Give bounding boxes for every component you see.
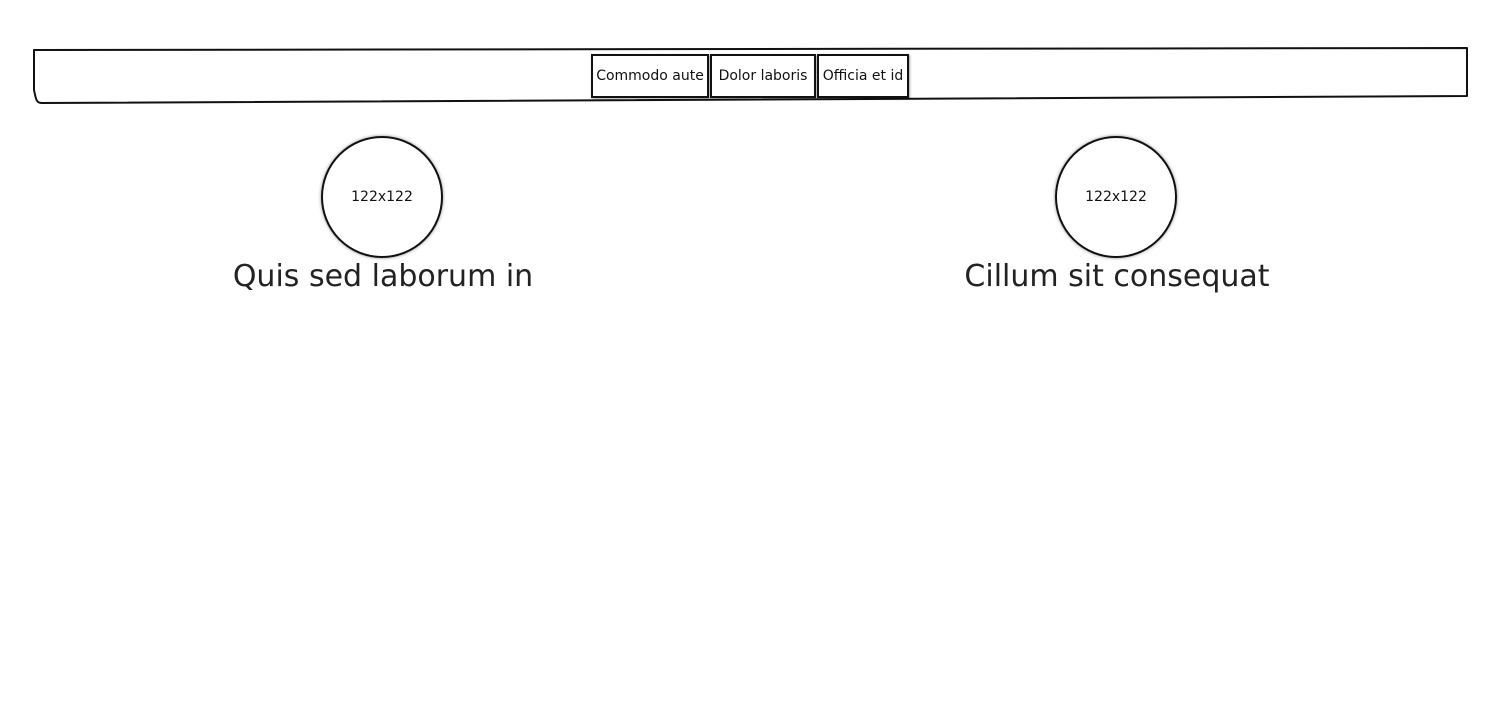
tab-commodo-aute[interactable]: Commodo aute [591, 54, 709, 98]
avatar-placeholder-image: 122x122 [1055, 136, 1177, 258]
nav-button-group: Commodo aute Dolor laboris Officia et id [591, 54, 910, 98]
page-root: Commodo aute Dolor laboris Officia et id… [0, 0, 1500, 720]
card-title-left: Quis sed laborum in [232, 259, 534, 294]
avatar-placeholder-image: 122x122 [321, 136, 443, 258]
profile-card-left: 122x122 Quis sed laborum in [173, 136, 593, 306]
profile-card-right: 122x122 Cillum sit consequat [907, 136, 1327, 306]
tab-dolor-laboris[interactable]: Dolor laboris [710, 54, 816, 98]
card-title-right: Cillum sit consequat [964, 259, 1270, 294]
tab-officia-et-id[interactable]: Officia et id [817, 54, 909, 98]
